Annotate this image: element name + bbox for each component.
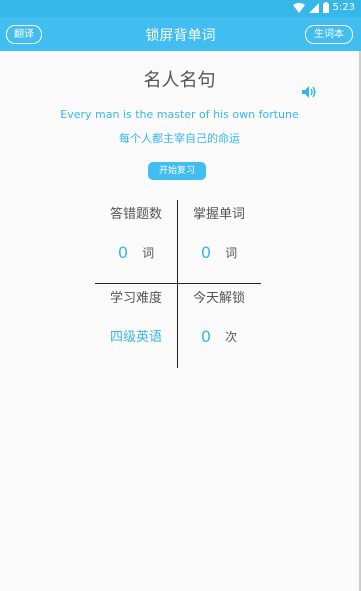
signal-icon <box>308 2 319 13</box>
stat-value: 0 <box>117 243 129 262</box>
stat-value[interactable]: 四级英语 <box>110 330 162 345</box>
status-time: 5:23 <box>332 2 355 13</box>
main-content: 名人名句 Every man is the master of his own … <box>0 51 361 591</box>
stat-unlocks-today: 今天解锁 0次 <box>178 284 260 367</box>
stat-value-row: 0词 <box>178 242 260 262</box>
stats-grid: 答错题数 0词 掌握单词 0词 学习难度 四级英语 今天解锁 0次 <box>95 200 261 368</box>
stat-value: 0 <box>200 327 212 346</box>
quote-chinese: 每个人都主宰自己的命运 <box>119 132 240 145</box>
stat-value-row: 0词 <box>95 242 177 262</box>
stat-label: 今天解锁 <box>192 291 245 306</box>
speaker-icon[interactable] <box>301 85 317 99</box>
stat-unit: 次 <box>225 330 238 344</box>
vocabulary-book-button[interactable]: 生词本 <box>305 25 353 44</box>
battery-icon <box>322 2 329 13</box>
stat-label: 掌握单词 <box>192 207 245 222</box>
stat-label: 学习难度 <box>109 291 162 306</box>
stat-value: 0 <box>200 243 212 262</box>
stat-mastered-words: 掌握单词 0词 <box>178 200 260 283</box>
wifi-icon <box>292 2 305 13</box>
stat-value-row: 0次 <box>178 326 260 346</box>
stat-difficulty: 学习难度 四级英语 <box>95 284 177 367</box>
stat-unit: 词 <box>225 246 238 260</box>
difficulty-selector[interactable]: 四级英语 <box>95 326 177 345</box>
quote-english: Every man is the master of his own fortu… <box>60 108 299 121</box>
status-icons: 5:23 <box>292 2 355 13</box>
stat-label: 答错题数 <box>109 207 162 222</box>
stat-unit: 词 <box>142 246 155 260</box>
app-bar: 翻译 锁屏背单词 生词本 <box>0 17 361 51</box>
stat-wrong-answers: 答错题数 0词 <box>95 200 177 283</box>
start-review-button[interactable]: 开始复习 <box>148 162 206 180</box>
status-bar: 5:23 <box>0 0 361 17</box>
